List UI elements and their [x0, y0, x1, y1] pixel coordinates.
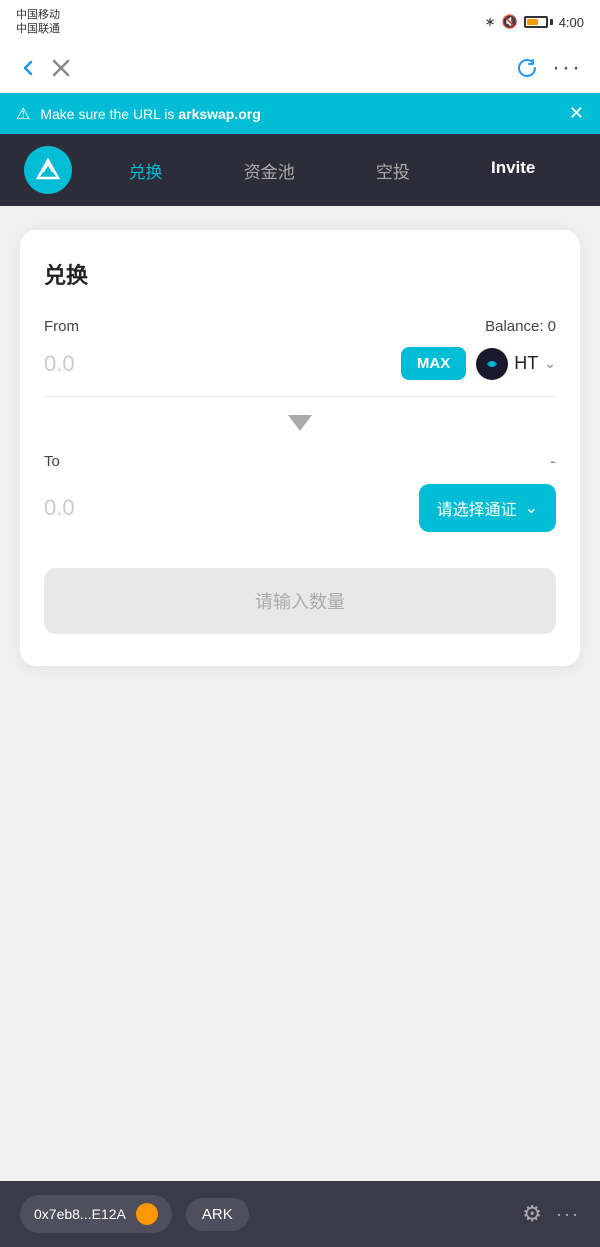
main-content: 兑换 From Balance: 0 MAX HT ⌄ [0, 206, 600, 956]
app-logo[interactable] [24, 146, 72, 194]
close-button[interactable] [52, 59, 70, 77]
swap-card: 兑换 From Balance: 0 MAX HT ⌄ [20, 230, 580, 666]
browser-bar: ··· [0, 44, 600, 93]
to-amount-display: 0.0 [44, 495, 409, 521]
select-token-chevron: ⌄ [525, 498, 538, 518]
url-highlight: arkswap.org [178, 106, 260, 122]
warning-icon: ⚠ [16, 104, 30, 124]
select-token-label: 请选择通证 [437, 496, 517, 520]
ht-token-icon [476, 348, 508, 380]
from-input-row: MAX HT ⌄ [44, 347, 556, 397]
swap-direction-arrow[interactable] [288, 415, 312, 431]
from-label: From [44, 318, 79, 335]
to-section-header: To - [44, 451, 556, 472]
status-bar: 中国移动 中国联通 ∗ 🔇 4:00 [0, 0, 600, 44]
time: 4:00 [559, 15, 584, 30]
status-right: ∗ 🔇 4:00 [485, 14, 584, 30]
from-amount-input[interactable] [44, 351, 391, 377]
ark-badge[interactable]: ARK [186, 1198, 249, 1231]
nav-item-airdrop[interactable]: 空投 [368, 154, 418, 187]
gear-icon[interactable]: ⚙ [522, 1201, 542, 1227]
nav-item-invite[interactable]: Invite [483, 154, 543, 187]
bluetooth-icon: ∗ [485, 14, 496, 30]
back-button[interactable] [18, 58, 38, 78]
to-dash: - [550, 451, 556, 472]
nav-item-exchange[interactable]: 兑换 [121, 154, 171, 187]
ht-token-name: HT [514, 353, 538, 374]
select-token-button[interactable]: 请选择通证 ⌄ [419, 484, 556, 532]
battery-icon [524, 16, 553, 28]
balance-text: Balance: 0 [485, 318, 556, 335]
nav-items: 兑换 资金池 空投 Invite [88, 154, 576, 187]
carrier2: 中国联通 [16, 22, 60, 36]
to-section: To - 0.0 请选择通证 ⌄ [44, 451, 556, 556]
from-section-header: From Balance: 0 [44, 318, 556, 335]
submit-button[interactable]: 请输入数量 [44, 568, 556, 634]
ark-label: ARK [202, 1206, 233, 1223]
to-label: To [44, 453, 60, 470]
ht-token-selector[interactable]: HT ⌄ [476, 348, 556, 380]
wallet-avatar [136, 1203, 158, 1225]
mute-icon: 🔇 [502, 14, 518, 30]
swap-title: 兑换 [44, 258, 556, 290]
more-button[interactable]: ··· [552, 54, 582, 82]
url-warning-banner: ⚠ Make sure the URL is arkswap.org ✕ [0, 93, 600, 134]
swap-direction-row [44, 397, 556, 447]
wallet-address-text: 0x7eb8...E12A [34, 1206, 126, 1222]
carrier1: 中国移动 [16, 8, 60, 22]
refresh-button[interactable] [516, 57, 538, 79]
wallet-address-badge[interactable]: 0x7eb8...E12A [20, 1195, 172, 1233]
url-banner-close[interactable]: ✕ [569, 103, 584, 124]
ht-chevron-icon: ⌄ [544, 355, 556, 372]
more-options-icon[interactable]: ··· [556, 1204, 580, 1225]
nav-bar: 兑换 资金池 空投 Invite [0, 134, 600, 206]
to-input-row: 0.0 请选择通证 ⌄ [44, 484, 556, 556]
max-button[interactable]: MAX [401, 347, 466, 380]
url-banner-text: Make sure the URL is arkswap.org [40, 106, 559, 122]
bottom-bar: 0x7eb8...E12A ARK ⚙ ··· [0, 1181, 600, 1247]
nav-item-pool[interactable]: 资金池 [236, 154, 303, 187]
carrier-info: 中国移动 中国联通 [16, 8, 60, 37]
